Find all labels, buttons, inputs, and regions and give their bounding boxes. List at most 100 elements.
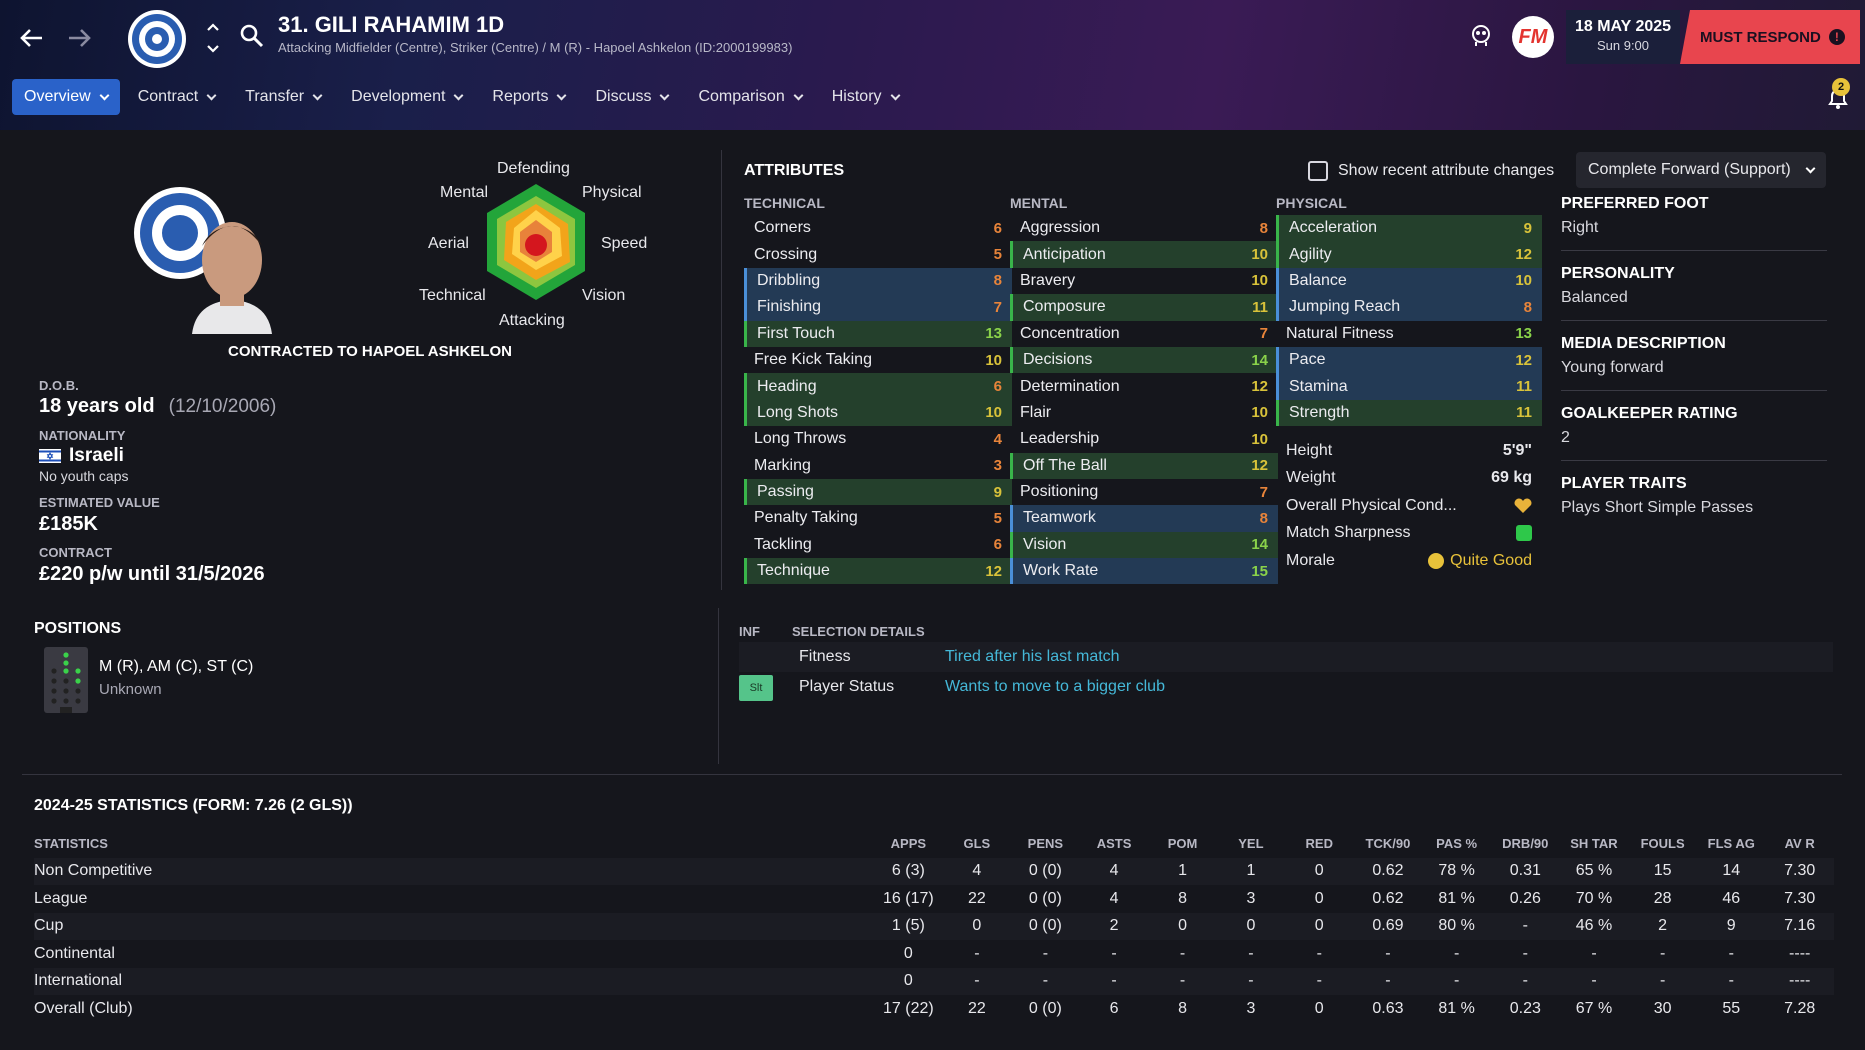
attribute-row[interactable]: Pace 12 [1276,346,1542,374]
achievement-icon[interactable] [1470,24,1492,53]
age-value: 18 years old [39,395,155,417]
table-cell: 0.62 [1353,857,1423,885]
attribute-row[interactable]: Flair 10 [1010,400,1278,426]
youth-caps: No youth caps [39,468,129,484]
attribute-row[interactable]: Passing 9 [744,478,1012,506]
attribute-row[interactable]: Free Kick Taking 10 [744,347,1012,373]
attribute-row[interactable]: Dribbling 8 [744,267,1012,295]
divider [1561,447,1827,461]
fitness-value[interactable]: Tired after his last match [945,648,1120,666]
media-description-value: Young forward [1561,359,1664,376]
attribute-row[interactable]: Bravery 10 [1010,268,1278,294]
attribute-value: 10 [1251,430,1268,448]
tab-transfer[interactable]: Transfer [233,79,333,115]
attribute-row[interactable]: Natural Fitness 13 [1276,321,1542,347]
attribute-row[interactable]: Teamwork 8 [1010,505,1278,532]
attribute-row[interactable]: Work Rate 15 [1010,558,1278,585]
back-button[interactable] [11,18,51,58]
table-row[interactable]: Overall (Club) 17 (22) 22 0 (0) 6 8 3 0 0.63 81 %… [34,995,1834,1023]
attribute-row[interactable]: Leadership 10 [1010,426,1278,452]
table-row[interactable]: International 0- - - - - - - - - - - - ---- [34,967,1834,995]
tab-reports[interactable]: Reports [480,79,577,115]
table-cell: 7.16 [1765,912,1834,940]
player-status-value[interactable]: Wants to move to a bigger club [945,678,1165,696]
tab-development[interactable]: Development [339,79,474,115]
height-label: Height [1286,441,1333,459]
table-cell: - [1079,967,1149,995]
column-header: SH TAR [1570,836,1618,852]
table-row[interactable]: Continental 0- - - - - - - - - - - - ---- [34,940,1834,968]
attribute-row[interactable]: Marking 3 [744,453,1012,479]
club-crest-icon[interactable] [126,8,188,70]
table-row[interactable]: Cup 1 (5) 0 0 (0) 2 0 0 0 0.69 80 % -46 % 2 9 7.16 [34,912,1834,940]
attribute-row[interactable]: Corners 6 [744,215,1012,241]
positions-list: M (R), AM (C), ST (C) [99,658,254,675]
tab-comparison[interactable]: Comparison [686,79,813,115]
polar-label-defending: Defending [497,160,570,177]
attribute-row[interactable]: Long Throws 4 [744,426,1012,452]
attribute-row[interactable]: Decisions 14 [1010,346,1278,374]
attribute-row[interactable]: Agility 12 [1276,241,1542,268]
attribute-value: 10 [985,351,1002,369]
search-icon[interactable] [240,24,264,53]
attribute-row[interactable]: Long Shots 10 [744,399,1012,427]
table-cell: Overall (Club) [34,999,133,1017]
attribute-row[interactable]: Vision 14 [1010,531,1278,559]
positions-title: POSITIONS [34,620,122,637]
chevron-down-icon [660,90,670,100]
role-dropdown[interactable]: Complete Forward (Support) [1576,152,1826,188]
table-row[interactable]: League 16 (17) 22 0 (0) 4 8 3 0 0.62 81 % 0.26 70 %… [34,885,1834,913]
table-cell: 3 [1246,889,1256,907]
forward-button[interactable] [60,18,100,58]
table-cell: - [1591,944,1597,962]
nationality-row[interactable]: Israeli [39,445,124,467]
attribute-row[interactable]: Jumping Reach 8 [1276,294,1542,321]
table-cell: - [1490,912,1560,940]
player-traits-value[interactable]: Plays Short Simple Passes [1561,499,1827,517]
attribute-row[interactable]: Finishing 7 [744,294,1012,321]
tab-history[interactable]: History [820,79,911,115]
attribute-name: Acceleration [1289,219,1378,237]
attribute-row[interactable]: Heading 6 [744,373,1012,400]
tab-discuss[interactable]: Discuss [583,79,680,115]
attribute-row[interactable]: Penalty Taking 5 [744,505,1012,531]
show-changes-toggle[interactable]: Show recent attribute changes [1308,161,1554,181]
table-cell: - [1316,944,1322,962]
date-box[interactable]: 18 MAY 2025 Sun 9:00 [1566,10,1680,64]
preferred-foot-label: PREFERRED FOOT [1561,195,1709,212]
attribute-name: Finishing [757,298,822,316]
attribute-row[interactable]: First Touch 13 [744,320,1012,347]
column-header: POM [1167,836,1198,852]
personality-value: Balanced [1561,289,1628,306]
table-cell: - [1042,944,1049,962]
attribute-row[interactable]: Composure 11 [1010,294,1278,321]
attribute-row[interactable]: Stamina 11 [1276,373,1542,400]
tab-overview[interactable]: Overview [12,79,120,115]
attribute-name: Stamina [1289,377,1348,395]
attribute-row[interactable]: Technique 12 [744,558,1012,585]
attribute-value: 7 [993,298,1002,316]
attribute-name: Corners [754,219,811,237]
attribute-row[interactable]: Strength 11 [1276,399,1542,427]
table-cell: 0.23 [1509,999,1541,1017]
attribute-row[interactable]: Acceleration 9 [1276,215,1542,242]
tab-overview-label: Overview [24,88,91,105]
attribute-row[interactable]: Aggression 8 [1010,215,1278,241]
attribute-row[interactable]: Positioning 7 [1010,479,1278,505]
position-pitch-icon[interactable] [44,647,88,713]
attribute-row[interactable]: Determination 12 [1010,373,1278,399]
attribute-row[interactable]: Crossing 5 [744,241,1012,267]
must-respond-button[interactable]: MUST RESPOND ! [1680,10,1860,64]
attribute-row[interactable]: Balance 10 [1276,267,1542,295]
player-switcher[interactable] [205,20,221,56]
table-row[interactable]: Non Competitive 6 (3) 4 0 (0) 4 1 1 0 0.62 78 % 0.… [34,857,1834,885]
checkbox[interactable] [1308,161,1328,181]
attribute-row[interactable]: Concentration 7 [1010,321,1278,347]
attribute-row[interactable]: Off The Ball 12 [1010,452,1278,479]
attribute-row[interactable]: Tackling 6 [744,532,1012,558]
fm-logo[interactable]: FM [1512,16,1554,58]
tab-contract[interactable]: Contract [126,79,227,115]
attribute-row[interactable]: Anticipation 10 [1010,241,1278,268]
table-cell: 70 % [1575,889,1613,907]
morale-row[interactable]: Morale Quite Good [1276,547,1542,575]
